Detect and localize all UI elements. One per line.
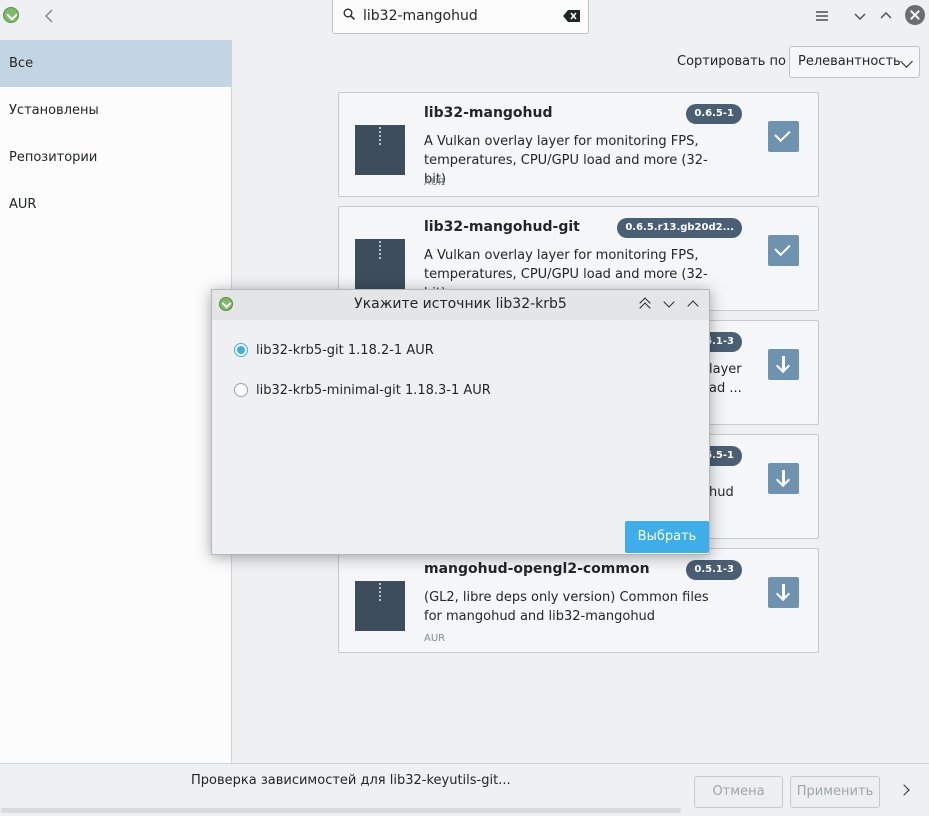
- search-icon: [343, 8, 355, 20]
- installed-check-icon[interactable]: [768, 121, 799, 152]
- back-button[interactable]: [40, 6, 60, 26]
- choose-button[interactable]: Выбрать: [625, 521, 709, 553]
- provider-option-label: lib32-krb5-minimal-git 1.18.3-1 AUR: [256, 382, 491, 398]
- package-name: mangohud-opengl2-common: [424, 561, 650, 577]
- installed-check-icon[interactable]: [768, 235, 799, 266]
- chevron-down-icon: [900, 55, 913, 68]
- dialog-title: Укажите источник lib32-krb5: [354, 296, 567, 312]
- clear-search-icon[interactable]: [563, 9, 581, 23]
- package-archive-icon: [355, 239, 405, 289]
- sidebar: Все Установлены Репозитории AUR: [0, 40, 232, 763]
- package-name: lib32-mangohud: [424, 105, 553, 121]
- keep-above-icon[interactable]: [636, 295, 654, 313]
- install-download-icon[interactable]: [768, 349, 799, 380]
- dialog-body: lib32-krb5-git 1.18.2-1 AUR lib32-krb5-m…: [212, 320, 709, 554]
- package-repo: AUR: [424, 177, 446, 188]
- package-name: lib32-mangohud-git: [424, 219, 580, 235]
- package-repo: AUR: [424, 633, 446, 644]
- maximize-icon[interactable]: [684, 295, 702, 313]
- header-bar: [0, 0, 929, 34]
- package-archive-icon: [355, 581, 405, 631]
- search-input[interactable]: [363, 6, 553, 26]
- sidebar-item-repositories[interactable]: Репозитории: [0, 134, 231, 181]
- choose-provider-dialog: Укажите источник lib32-krb5 lib32-krb5-g…: [211, 289, 710, 555]
- radio-button-checked[interactable]: [234, 343, 248, 357]
- status-text: Проверка зависимостей для lib32-keyutils…: [191, 773, 511, 788]
- progress-bar: [1, 808, 681, 813]
- install-download-icon[interactable]: [768, 463, 799, 494]
- package-description: (GL2, libre deps only version) Common fi…: [424, 590, 709, 624]
- search-box[interactable]: [332, 0, 589, 34]
- cancel-button[interactable]: Отмена: [694, 776, 783, 808]
- install-download-icon[interactable]: [768, 577, 799, 608]
- dialog-titlebar[interactable]: Укажите источник lib32-krb5: [212, 290, 709, 320]
- chevron-left-icon: [44, 9, 53, 23]
- package-description: hud: [709, 485, 734, 500]
- version-badge: 0.6.5.r13.gb20d2...: [617, 218, 742, 238]
- provider-option-label: lib32-krb5-git 1.18.2-1 AUR: [256, 342, 434, 358]
- package-description: A Vulkan overlay layer for monitoring FP…: [424, 134, 708, 187]
- provider-option[interactable]: lib32-krb5-git 1.18.2-1 AUR: [234, 340, 434, 360]
- pamac-app-icon: [3, 7, 19, 23]
- package-card[interactable]: mangohud-opengl2-common 0.5.1-3 (GL2, li…: [338, 548, 819, 653]
- sidebar-item-all[interactable]: Все: [0, 40, 231, 87]
- provider-option[interactable]: lib32-krb5-minimal-git 1.18.3-1 AUR: [234, 380, 491, 400]
- hamburger-menu-icon[interactable]: [812, 6, 832, 26]
- version-badge: 0.5.1-3: [686, 560, 742, 580]
- sidebar-item-aur[interactable]: AUR: [0, 181, 231, 228]
- maximize-icon[interactable]: [876, 6, 896, 26]
- sort-selected-value: Релевантность: [798, 54, 901, 69]
- chevron-right-icon[interactable]: [900, 784, 910, 794]
- minimize-icon[interactable]: [660, 295, 678, 313]
- package-card[interactable]: lib32-mangohud 0.6.5-1 A Vulkan overlay …: [338, 92, 819, 197]
- sidebar-item-installed[interactable]: Установлены: [0, 87, 231, 134]
- minimize-icon[interactable]: [850, 6, 870, 26]
- sort-label: Сортировать по: [677, 54, 786, 69]
- close-icon[interactable]: [905, 5, 925, 25]
- sort-select[interactable]: Релевантность: [789, 46, 920, 78]
- bottom-bar: Проверка зависимостей для lib32-keyutils…: [0, 763, 929, 816]
- version-badge: 0.6.5-1: [686, 104, 742, 124]
- radio-button[interactable]: [234, 383, 248, 397]
- apply-button[interactable]: Применить: [790, 776, 880, 808]
- package-archive-icon: [355, 125, 405, 175]
